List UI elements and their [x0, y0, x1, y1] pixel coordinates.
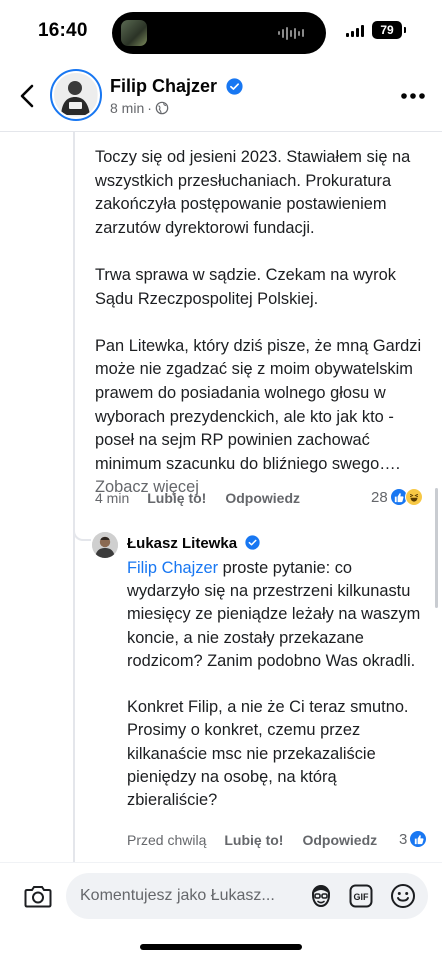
- reply-author-avatar[interactable]: [92, 532, 118, 558]
- svg-text:GIF: GIF: [354, 892, 370, 902]
- author-name[interactable]: Filip Chajzer: [110, 76, 243, 97]
- meta-separator: ·: [147, 100, 152, 116]
- author-avatar[interactable]: [50, 69, 102, 121]
- reply-paragraph: Filip Chajzer proste pytanie: co wydarzy…: [127, 557, 427, 673]
- comment-input[interactable]: [80, 873, 300, 919]
- home-indicator[interactable]: [140, 944, 302, 950]
- scrollbar[interactable]: [435, 488, 438, 608]
- comment-box[interactable]: GIF: [66, 873, 428, 919]
- post-text: Toczy się od jesieni 2023. Stawiałem się…: [95, 146, 425, 500]
- camera-icon[interactable]: [24, 883, 52, 909]
- reply-author-name-text[interactable]: Łukasz Litewka: [127, 535, 237, 552]
- post-header: Filip Chajzer 8 min ·: [0, 62, 442, 132]
- reply-reactions[interactable]: 3: [399, 830, 428, 848]
- status-time: 16:40: [38, 20, 88, 41]
- thread-line: [73, 132, 75, 862]
- back-arrow-icon[interactable]: [14, 82, 42, 110]
- globe-icon: [155, 101, 169, 115]
- avatar-sticker-icon[interactable]: [308, 884, 334, 908]
- now-playing-artwork: [121, 20, 147, 46]
- reply-paragraph: Konkret Filip, a nie że Ci teraz smutno.…: [127, 698, 409, 810]
- audio-waveform-icon: [278, 26, 304, 40]
- post-reactions[interactable]: 28: [371, 488, 423, 506]
- post-reaction-count: 28: [371, 488, 388, 506]
- mention-link[interactable]: Filip Chajzer: [127, 559, 218, 577]
- verified-badge-icon: [245, 535, 260, 550]
- post-meta: 8 min ·: [110, 100, 169, 116]
- post-paragraph: Trwa sprawa w sądzie. Czekam na wyrok Są…: [95, 265, 396, 308]
- reply-connector: [73, 521, 91, 541]
- post-reply-button[interactable]: Odpowiedz: [225, 490, 300, 506]
- post-like-button[interactable]: Lubię to!: [147, 490, 206, 506]
- reply-reply-button[interactable]: Odpowiedz: [302, 832, 377, 848]
- reply-actions: Przed chwilą Lubię to! Odpowiedz: [127, 832, 377, 848]
- post-paragraph: Toczy się od jesieni 2023. Stawiałem się…: [95, 148, 411, 237]
- battery-tip: [404, 27, 406, 33]
- comment-composer: GIF: [0, 862, 442, 960]
- reply-like-button[interactable]: Lubię to!: [224, 832, 283, 848]
- reply-time[interactable]: Przed chwilą: [127, 832, 206, 848]
- dynamic-island[interactable]: [112, 12, 326, 54]
- reply-reaction-count: 3: [399, 830, 408, 848]
- battery-level: 79: [380, 23, 394, 37]
- post-time[interactable]: 4 min: [95, 490, 129, 506]
- more-options-icon[interactable]: [400, 92, 426, 100]
- emoji-icon[interactable]: [390, 883, 416, 909]
- battery-icon: 79: [372, 21, 402, 39]
- verified-badge-icon: [226, 78, 243, 95]
- post-actions: 4 min Lubię to! Odpowiedz: [95, 490, 300, 506]
- post-paragraph-text: Pan Litewka, który dziś pisze, że mną Ga…: [95, 336, 422, 473]
- reply-text: Filip Chajzer proste pytanie: co wydarzy…: [127, 557, 427, 812]
- haha-reaction-icon: [404, 488, 423, 506]
- like-reaction-icon: [409, 830, 428, 848]
- post-age[interactable]: 8 min: [110, 100, 144, 116]
- post-paragraph: Pan Litewka, który dziś pisze, że mną Ga…: [95, 335, 425, 500]
- author-name-text[interactable]: Filip Chajzer: [110, 76, 217, 96]
- status-bar: 16:40 79: [0, 0, 442, 62]
- cellular-signal-icon: [346, 25, 364, 37]
- gif-icon[interactable]: GIF: [349, 884, 373, 908]
- reply-author-name[interactable]: Łukasz Litewka: [127, 535, 260, 552]
